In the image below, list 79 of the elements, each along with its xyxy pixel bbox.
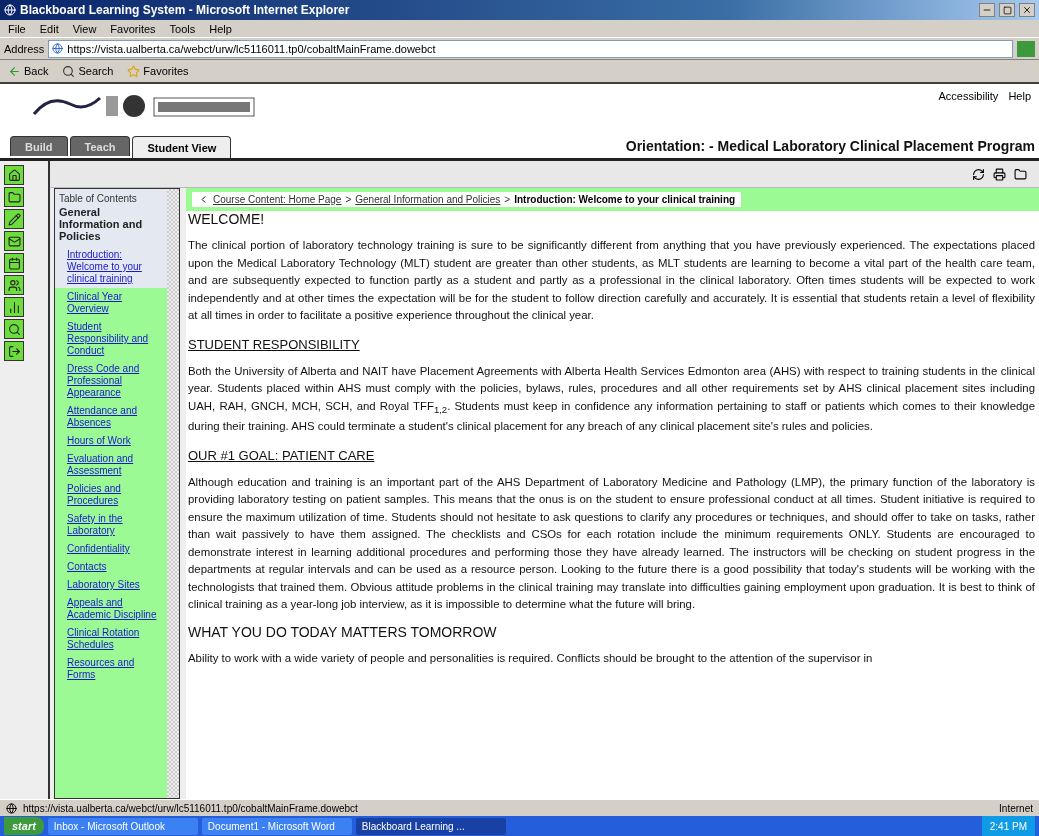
toc-title: Table of Contents (59, 193, 138, 204)
chart-icon[interactable] (4, 297, 24, 317)
toc-link[interactable]: Introduction: Welcome to your clinical training (55, 246, 167, 288)
taskbar-button[interactable]: Inbox - Microsoft Outlook (47, 817, 198, 835)
status-text: https://vista.ualberta.ca/webct/urw/lc5116011.tp0/cobaltMainFrame.dowebct (23, 802, 359, 814)
toc-link[interactable]: Laboratory Sites (55, 576, 167, 594)
menu-item[interactable]: Tools (169, 22, 196, 35)
logout-icon[interactable] (4, 341, 24, 361)
scrollbar[interactable] (167, 189, 179, 798)
search-icon (62, 64, 76, 78)
toolbar-button[interactable]: Search (60, 64, 116, 78)
maximize-button[interactable] (999, 3, 1015, 17)
calendar-icon[interactable] (4, 253, 24, 273)
paragraph: Although education and training is an important part of the AHS Department of Laboratory Medicine and Pathology (LMP), the primary function of the laboratory is providing laboratory testing on patient samples. This means that the onus is on the student to ensure professional conduct at all times. Student initiative is required to ensure the maximum utilization of time. Students should not hesitate to ask questions to clarify any procedures or techniques, and should offer to take on tasks, rather than wait passively to have them assigned. The checklists and CSOs for each rotation include the minimum requirements ONLY. Students are encouraged to demonstrate interest in learning additional procedures and performing those they have already learned. The instructors will be checking on student progress in the departments at regular intervals and can be used as a resource person. Looking to the future there is a good possibility that today's students will be working with the technologists that trained them. Obvious attitude problems in the clinical training may translate into difficulties gaining employment upon graduation. It is best to think of clinical training as a year-long job interview, as it is impossible to determine what the future will bring. (188, 474, 1035, 613)
toc-link[interactable]: Attendance and Absences (55, 402, 167, 432)
toolbar-button[interactable]: Favorites (125, 64, 191, 78)
menu-item[interactable]: Help (209, 22, 232, 35)
address-label: Address (4, 42, 45, 55)
breadcrumb-link[interactable]: General Information and Policies (355, 194, 501, 205)
print-icon[interactable] (993, 167, 1006, 181)
window-title: Blackboard Learning System - Microsoft Internet Explorer (20, 3, 351, 17)
search-icon[interactable] (4, 319, 24, 339)
tab[interactable]: Build (10, 136, 68, 156)
pencil-icon[interactable] (4, 209, 24, 229)
minimize-button[interactable] (979, 3, 995, 17)
folder-icon[interactable] (4, 187, 24, 207)
paragraph: Ability to work with a wide variety of people and personalities is required. Conflicts should be brought to the attention of the supervisor in (188, 650, 874, 666)
breadcrumb-separator: > (345, 194, 352, 205)
heading: WELCOME! (188, 211, 266, 227)
course-title: Orientation: - Medical Laboratory Clinical Placement Program (625, 138, 1035, 156)
toc-link[interactable]: Clinical Rotation Schedules (55, 624, 167, 654)
toc-link[interactable]: Resources and Forms (55, 654, 167, 684)
globe-icon (4, 4, 16, 16)
page-icon (6, 802, 17, 814)
start-button[interactable]: start (4, 817, 44, 835)
zone-label: Internet (999, 802, 1033, 814)
section-heading: OUR #1 GOAL: PATIENT CARE (188, 447, 375, 463)
toc-link[interactable]: Safety in the Laboratory (55, 510, 167, 540)
breadcrumb-link[interactable]: Course Content: Home Page (213, 194, 342, 205)
toc-link[interactable]: Clinical Year Overview (55, 288, 167, 318)
close-button[interactable] (1019, 3, 1035, 17)
toc-link[interactable]: Student Responsibility and Conduct (55, 318, 167, 360)
toc-link[interactable]: Dress Code and Professional Appearance (55, 360, 167, 402)
address-field[interactable]: https://vista.ualberta.ca/webct/urw/lc5116011.tp0/cobaltMainFrame.dowebct (48, 39, 1013, 58)
breadcrumb-link[interactable]: Introduction: Welcome to your clinical training (514, 194, 736, 205)
home-icon[interactable] (4, 165, 24, 185)
toc-link[interactable]: Policies and Procedures (55, 480, 167, 510)
tab[interactable]: Teach (69, 136, 131, 156)
taskbar-button[interactable]: Document1 - Microsoft Word (201, 817, 352, 835)
menu-item[interactable]: View (72, 22, 97, 35)
heading: WHAT YOU DO TODAY MATTERS TOMORROW (188, 623, 498, 640)
globe-icon (52, 43, 64, 54)
breadcrumb-separator: > (504, 194, 511, 205)
maximize-icon (1002, 5, 1012, 15)
toc-link[interactable]: Hours of Work (55, 432, 167, 450)
toc-link[interactable]: Evaluation and Assessment (55, 450, 167, 480)
close-icon (1022, 5, 1032, 15)
mail-icon[interactable] (4, 231, 24, 251)
users-icon[interactable] (4, 275, 24, 295)
toc-link[interactable]: Contacts (55, 558, 167, 576)
header-link[interactable]: Accessibility (938, 90, 999, 130)
toc-link[interactable]: Appeals and Academic Discipline (55, 594, 167, 624)
toolbar-button[interactable]: Back (6, 64, 51, 78)
back-arrow-icon (8, 64, 21, 78)
section-heading: STUDENT RESPONSIBILITY (188, 336, 360, 352)
taskbar-button[interactable]: Blackboard Learning ... (355, 817, 506, 835)
paragraph: Both the University of Alberta and NAIT have Placement Agreements with Alberta Health Services Edmonton area (AHS) with respect to training students in the clinical year. Students placed within AHS must comply with the policies, bylaws, rules, procedures and all other requirements set by AHS clinical placement sites including UAH, RAH, GNCH, MCH, SCH, and Royal TFF$_{1,2}$. Students must keep in confidence any information pertaining to staff or patients which comes to their knowledge during their training. AHS could terminate a student's clinical placement for any breach of any clinical placement site's rules and policies. (188, 363, 1035, 435)
toc-section: General Information and Policies (59, 206, 163, 242)
menu-item[interactable]: Favorites (110, 22, 156, 35)
refresh-icon[interactable] (972, 167, 985, 181)
tab[interactable]: Student View (132, 136, 232, 158)
menu-item[interactable]: Edit (39, 22, 59, 35)
header-link[interactable]: Help (1008, 90, 1031, 130)
star-icon (127, 64, 141, 78)
toc-link[interactable]: Confidentiality (55, 540, 167, 558)
clock: 2:41 PM (989, 820, 1027, 832)
folder-icon[interactable] (1014, 167, 1027, 181)
menu-item[interactable]: File (8, 22, 26, 35)
paragraph: The clinical portion of laboratory technology training is sure to be significantly different from anything that you have previously experienced. The expectations placed upon the Medical Laboratory Technology (MLT) student are greater than other students, as MLT students are learning to become a vital part of the health care team, and are subsequently expected to function partly as a student and partly as a professional in the clinical laboratory. Often times students will be expected to work independently and at other times the expectation will be for the student to follow direction carefully and accurately. It is essential that students retain a level of flexibility at all times in order to facilitate a positive experience throughout the clinical year. (188, 238, 1035, 323)
